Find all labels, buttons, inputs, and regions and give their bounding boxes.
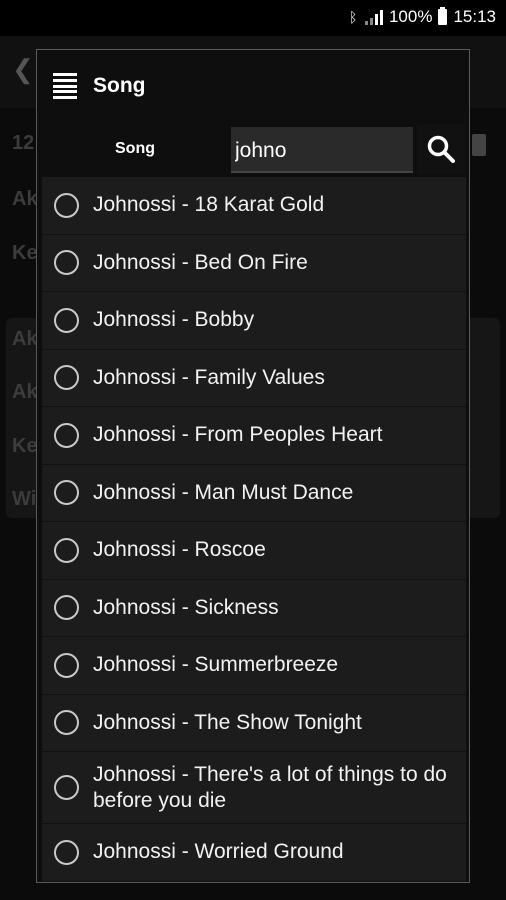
- radio-button[interactable]: [54, 710, 79, 736]
- bluetooth-icon: ᛒ: [348, 9, 358, 25]
- status-bar: ᛒ 100% 15:13: [0, 0, 506, 36]
- song-item-label: Johnossi - Worried Ground: [93, 840, 344, 864]
- list-icon: [53, 73, 77, 99]
- search-icon: [427, 135, 455, 163]
- search-input[interactable]: [231, 127, 413, 173]
- radio-button[interactable]: [54, 652, 79, 678]
- radio-button[interactable]: [54, 365, 79, 391]
- song-item-label: Johnossi - 18 Karat Gold: [93, 193, 325, 217]
- background-scrollbar: [472, 134, 486, 156]
- song-item[interactable]: Johnossi - Family Values: [42, 349, 466, 407]
- song-item-label: Johnossi - There's a lot of things to do…: [93, 762, 447, 812]
- song-item[interactable]: Johnossi - Sickness: [42, 579, 466, 637]
- radio-button[interactable]: [54, 250, 79, 276]
- search-button[interactable]: [417, 124, 465, 174]
- search-row: Song: [37, 124, 469, 176]
- song-item[interactable]: Johnossi - Bobby: [42, 292, 466, 350]
- search-field-label: Song: [115, 140, 155, 157]
- background-card-row: Ke: [12, 435, 38, 457]
- radio-button[interactable]: [54, 192, 79, 218]
- song-item[interactable]: Johnossi - Worried Ground: [42, 824, 466, 882]
- dialog-title: Song: [93, 74, 146, 97]
- clock: 15:13: [453, 7, 496, 26]
- song-item-label: Johnossi - Family Values: [93, 365, 325, 389]
- battery-icon: [438, 7, 448, 25]
- background-row: Ak: [12, 188, 38, 210]
- song-item[interactable]: Johnossi - The Show Tonight: [42, 694, 466, 752]
- song-item[interactable]: Johnossi - Man Must Dance: [42, 464, 466, 522]
- song-item-label: Johnossi - From Peoples Heart: [93, 423, 383, 447]
- background-row: Ke: [12, 242, 38, 264]
- song-item[interactable]: Johnossi - Roscoe: [42, 522, 466, 580]
- song-item[interactable]: Johnossi - Summerbreeze: [42, 637, 466, 695]
- radio-button[interactable]: [54, 537, 79, 563]
- song-item[interactable]: Johnossi - From Peoples Heart: [42, 407, 466, 465]
- back-icon: ❮: [12, 54, 34, 84]
- background-card-row: Wi: [12, 488, 37, 510]
- radio-button[interactable]: [54, 480, 79, 506]
- battery-percent: 100%: [388, 7, 433, 26]
- song-item[interactable]: Johnossi - Bed On Fire: [42, 234, 466, 292]
- radio-button[interactable]: [54, 595, 79, 621]
- song-item-label: Johnossi - Summerbreeze: [93, 653, 339, 677]
- song-item-label: Johnossi - Roscoe: [93, 538, 266, 562]
- background-row: 12: [12, 132, 35, 154]
- radio-button[interactable]: [54, 422, 79, 448]
- song-item[interactable]: Johnossi - 18 Karat Gold: [42, 177, 466, 235]
- radio-button[interactable]: [54, 839, 79, 865]
- radio-button[interactable]: [54, 307, 79, 333]
- song-picker-dialog: Song Song Johnossi - 18 Karat Gold Johno…: [36, 49, 470, 883]
- background-card-row: Ak: [12, 381, 38, 403]
- signal-icon: [364, 9, 383, 25]
- song-item-label: Johnossi - Man Must Dance: [93, 480, 354, 504]
- song-item-label: Johnossi - Sickness: [93, 595, 279, 619]
- song-item-label: Johnossi - Bed On Fire: [93, 250, 308, 274]
- song-item-label: Johnossi - Bobby: [93, 308, 255, 332]
- dialog-header: Song: [37, 50, 469, 122]
- song-list: Johnossi - 18 Karat Gold Johnossi - Bed …: [42, 177, 466, 882]
- radio-button[interactable]: [54, 775, 79, 800]
- song-item-label: Johnossi - The Show Tonight: [93, 710, 362, 734]
- background-card-row: Ak: [12, 328, 38, 350]
- song-item[interactable]: Johnossi - There's a lot of things to do…: [42, 752, 466, 824]
